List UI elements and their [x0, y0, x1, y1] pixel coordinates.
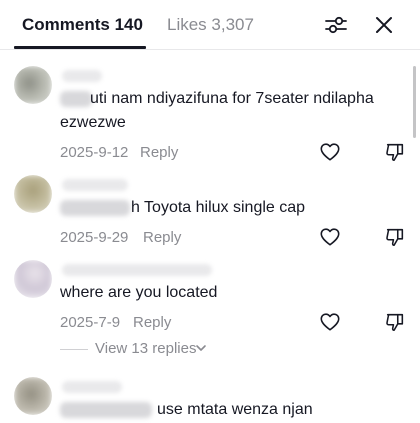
comment-date: 2025-7-9	[60, 314, 121, 331]
scrollbar[interactable]	[413, 66, 416, 138]
comment-date: 2025-9-29	[60, 229, 129, 246]
active-tab-indicator	[14, 46, 146, 49]
username-blurred[interactable]	[62, 70, 102, 82]
reply-button[interactable]: Reply	[143, 229, 181, 246]
comment-text: where are you located	[60, 284, 218, 301]
dislike-icon[interactable]	[384, 226, 406, 248]
avatar[interactable]	[14, 175, 52, 213]
comments-header: Comments 140 Likes 3,307	[0, 0, 420, 50]
reply-button[interactable]: Reply	[140, 144, 178, 161]
avatar[interactable]	[14, 66, 52, 104]
dislike-icon[interactable]	[384, 141, 406, 163]
avatar[interactable]	[14, 377, 52, 415]
avatar[interactable]	[14, 260, 52, 298]
username-blurred[interactable]	[62, 179, 128, 191]
view-replies-label: View 13 replies	[95, 340, 197, 357]
username-blurred[interactable]	[62, 264, 212, 276]
heart-icon[interactable]	[319, 311, 341, 333]
tab-likes[interactable]: Likes 3,307	[167, 15, 254, 35]
comment-date: 2025-9-12	[60, 144, 129, 161]
comment-text: use mtata wenza njan	[157, 401, 313, 418]
username-blurred[interactable]	[62, 381, 122, 393]
chevron-down-icon	[196, 345, 206, 351]
dislike-icon[interactable]	[384, 311, 406, 333]
comment-text: uti nam ndiyazifuna for 7seater ndilapha…	[60, 90, 374, 131]
close-icon[interactable]	[372, 13, 396, 37]
replies-divider-line	[60, 349, 88, 350]
heart-icon[interactable]	[319, 141, 341, 163]
sliders-icon[interactable]	[324, 13, 348, 37]
tab-comments[interactable]: Comments 140	[22, 15, 143, 35]
reply-button[interactable]: Reply	[133, 314, 171, 331]
comment-text: h Toyota hilux single cap	[131, 199, 306, 216]
heart-icon[interactable]	[319, 226, 341, 248]
